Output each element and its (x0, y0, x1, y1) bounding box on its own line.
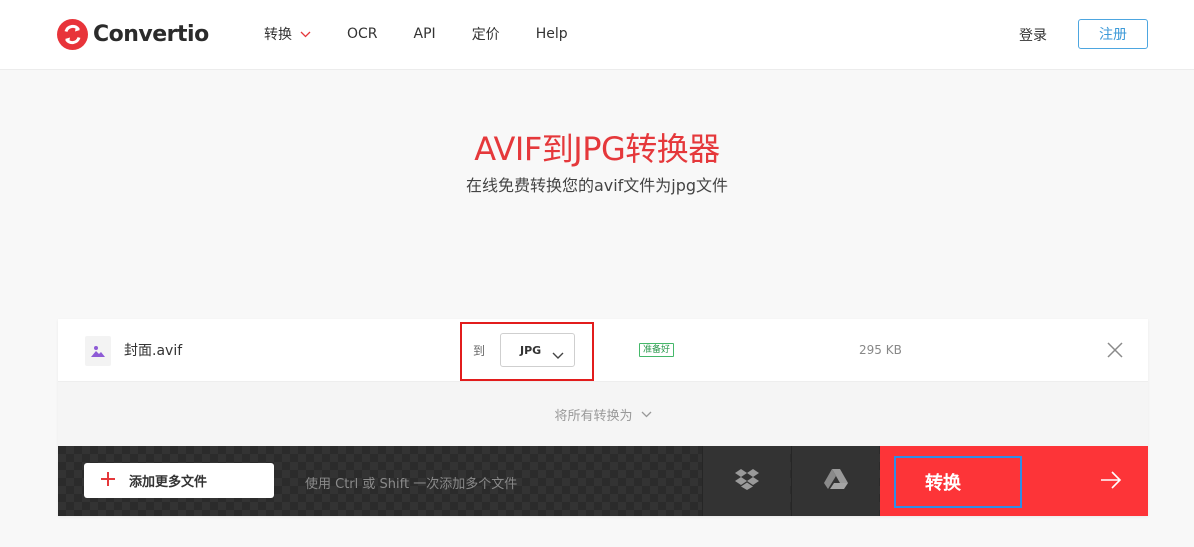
to-label: 到 (473, 344, 486, 358)
nav-item-help[interactable]: Help (536, 24, 568, 44)
file-size: 295 KB (859, 343, 902, 357)
file-name: 封面.avif (124, 343, 183, 359)
chevron-down-icon (641, 407, 652, 422)
page-title: AVIF到JPG转换器 (474, 130, 720, 168)
chevron-down-icon (300, 26, 311, 42)
add-more-label: 添加更多文件 (129, 475, 208, 490)
add-more-files-button[interactable]: 添加更多文件 (84, 463, 274, 498)
nav-item-api[interactable]: API (414, 24, 436, 44)
file-row: 封面.avif 到 JPG 准备好 295 KB (58, 319, 1148, 382)
nav-item-pricing[interactable]: 定价 (472, 24, 500, 44)
page-subtitle: 在线免费转换您的avif文件为jpg文件 (465, 176, 729, 195)
convertio-logo-icon (57, 18, 88, 50)
selected-format: JPG (520, 343, 542, 357)
convert-all-label: 将所有转换为 (554, 408, 633, 424)
convert-button[interactable]: 转换 (880, 446, 1148, 516)
main-nav: 转换 OCR API 定价 Help (264, 24, 604, 44)
nav-item-convert[interactable]: 转换 (264, 24, 311, 44)
image-file-icon (85, 336, 111, 366)
login-link[interactable]: 登录 (1019, 25, 1047, 45)
plus-icon (100, 471, 116, 491)
target-format-select[interactable]: JPG (500, 333, 575, 367)
action-bar: 添加更多文件 使用 Ctrl 或 Shift 一次添加多个文件 转换 (58, 446, 1148, 516)
nav-label: API (413, 26, 436, 42)
nav-label: OCR (347, 26, 378, 42)
register-button[interactable]: 注册 (1078, 19, 1148, 49)
dropbox-icon (734, 468, 759, 494)
chevron-down-icon (552, 345, 564, 364)
nav-item-ocr[interactable]: OCR (347, 24, 378, 44)
convert-label: 转换 (925, 473, 961, 494)
nav-label: 定价 (471, 27, 500, 43)
top-header: Convertio 转换 OCR API 定价 Help 登录 注册 (0, 0, 1194, 70)
close-icon[interactable] (1106, 341, 1124, 359)
google-drive-icon (823, 468, 849, 494)
nav-label: Help (535, 26, 568, 42)
dropbox-button[interactable] (702, 446, 790, 516)
logo-text: Convertio (93, 21, 209, 47)
convertio-logo[interactable]: Convertio (57, 17, 209, 51)
google-drive-button[interactable] (791, 446, 879, 516)
nav-label: 转换 (264, 27, 292, 43)
multi-select-hint: 使用 Ctrl 或 Shift 一次添加多个文件 (305, 477, 518, 492)
status-badge: 准备好 (639, 343, 675, 357)
arrow-right-icon (1100, 470, 1122, 494)
file-list-card: 封面.avif 到 JPG 准备好 295 KB 将所有转换为 添加更多文件 使… (58, 319, 1148, 516)
convert-all-dropdown[interactable]: 将所有转换为 (58, 382, 1148, 446)
